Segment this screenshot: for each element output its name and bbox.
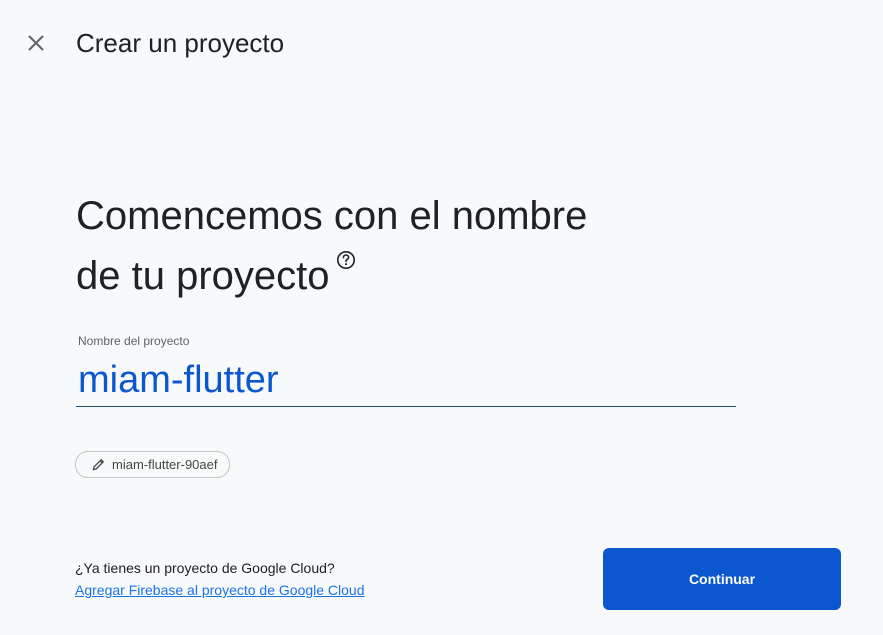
project-name-input[interactable] xyxy=(76,354,736,407)
continue-button[interactable]: Continuar xyxy=(603,548,841,610)
close-button[interactable] xyxy=(22,29,50,57)
headline-line-1: Comencemos con el nombre xyxy=(76,194,588,238)
pencil-icon xyxy=(92,459,104,471)
project-name-label: Nombre del proyecto xyxy=(78,334,190,348)
project-id-label: miam-flutter-90aef xyxy=(112,457,218,472)
project-id-chip[interactable]: miam-flutter-90aef xyxy=(75,451,231,478)
headline: Comencemos con el nombre de tu proyecto xyxy=(76,186,696,306)
close-icon xyxy=(28,35,44,51)
page-title: Crear un proyecto xyxy=(76,28,285,58)
add-firebase-link[interactable]: Agregar Firebase al proyecto de Google C… xyxy=(75,581,365,599)
headline-line-2-text: de tu proyecto xyxy=(76,254,330,298)
help-circle-icon[interactable] xyxy=(336,250,356,270)
google-cloud-question: ¿Ya tienes un proyecto de Google Cloud? xyxy=(75,560,335,576)
headline-line-2: de tu proyecto xyxy=(76,246,696,306)
